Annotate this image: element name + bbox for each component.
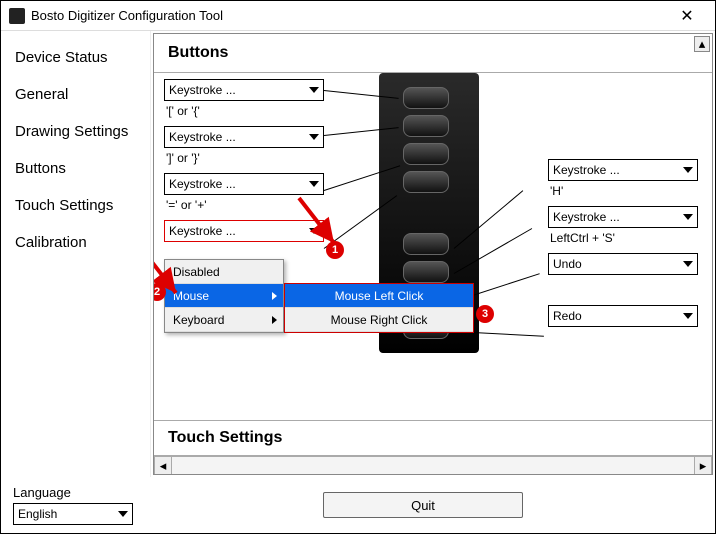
menu-item-label: Mouse Right Click [331,313,428,327]
submenu-arrow-icon [272,316,277,324]
chevron-down-icon [309,87,319,93]
combo-right-1[interactable]: Keystroke ... [548,206,698,228]
combo-left-1[interactable]: Keystroke ... [164,126,324,148]
combo-left-2[interactable]: Keystroke ... [164,173,324,195]
footer: Language English Quit [1,477,715,533]
menu-item-keyboard[interactable]: Keyboard [165,308,283,332]
body: Device Status General Drawing Settings B… [1,31,715,477]
combo-value: Undo [553,257,582,271]
hw-button [403,233,449,255]
combo-value: English [18,507,57,521]
combo-value: Keystroke ... [169,130,236,144]
right-column: Keystroke ... 'H' Keystroke ... LeftCtrl… [548,159,698,329]
combo-value: Keystroke ... [553,163,620,177]
combo-value: Keystroke ... [169,83,236,97]
sidebar-item-calibration[interactable]: Calibration [1,224,150,261]
window-close-button[interactable]: ✕ [667,1,707,31]
combo-value: Keystroke ... [169,177,236,191]
submenu-item-mouse-left-click[interactable]: Mouse Left Click [285,284,473,308]
app-icon [9,8,25,24]
submenu: Mouse Left Click Mouse Right Click [284,283,474,333]
combo-value: Keystroke ... [553,210,620,224]
combo-right-2[interactable]: Undo [548,253,698,275]
annotation-marker-3: 3 [476,305,494,323]
buttons-content: Keystroke ... '[' or '{' Keystroke ... '… [154,73,712,420]
chevron-down-icon [683,261,693,267]
combo-right-1-hint: LeftCtrl + 'S' [550,231,698,245]
sidebar-item-device-status[interactable]: Device Status [1,39,150,76]
button-label: Quit [411,498,435,513]
sidebar-item-drawing-settings[interactable]: Drawing Settings [1,113,150,150]
chevron-down-icon [118,511,128,517]
sidebar-item-general[interactable]: General [1,76,150,113]
sidebar-item-touch-settings[interactable]: Touch Settings [1,187,150,224]
hw-button [403,87,449,109]
combo-value: Redo [553,309,582,323]
chevron-down-icon [309,134,319,140]
combo-right-3[interactable]: Redo [548,305,698,327]
chevron-down-icon [683,214,693,220]
menu-item-label: Mouse Left Click [335,289,424,303]
chevron-down-icon [683,167,693,173]
horizontal-scrollbar[interactable]: ◂ ▸ [154,456,712,474]
scrollbar-track[interactable] [172,457,694,474]
combo-value: Keystroke ... [169,224,236,238]
section-title-touch-settings: Touch Settings [154,420,712,456]
submenu-item-mouse-right-click[interactable]: Mouse Right Click [285,308,473,332]
language-select[interactable]: English [13,503,133,525]
sidebar: Device Status General Drawing Settings B… [1,31,151,477]
main-panel: ▴ Buttons Keystroke ... '[' or [153,33,713,475]
combo-left-1-hint: ']' or '}' [166,151,324,165]
hw-button [403,171,449,193]
combo-left-0-hint: '[' or '{' [166,104,324,118]
menu-item-label: Keyboard [173,313,224,327]
scroll-left-button[interactable]: ◂ [154,457,172,474]
combo-right-0[interactable]: Keystroke ... [548,159,698,181]
app-window: Bosto Digitizer Configuration Tool ✕ Dev… [0,0,716,534]
window-title: Bosto Digitizer Configuration Tool [31,8,667,23]
submenu-arrow-icon [272,292,277,300]
scroll-up-button[interactable]: ▴ [694,36,710,52]
chevron-down-icon [683,313,693,319]
combo-left-0[interactable]: Keystroke ... [164,79,324,101]
titlebar: Bosto Digitizer Configuration Tool ✕ [1,1,715,31]
language-label: Language [13,485,133,500]
sidebar-item-buttons[interactable]: Buttons [1,150,150,187]
combo-right-0-hint: 'H' [550,184,698,198]
hw-button [403,143,449,165]
scroll-right-button[interactable]: ▸ [694,457,712,474]
section-title-buttons: Buttons [154,34,712,73]
language-block: Language English [13,485,133,525]
hw-button [403,115,449,137]
quit-button[interactable]: Quit [323,492,523,518]
hw-button [403,261,449,283]
annotation-marker-1: 1 [326,241,344,259]
chevron-down-icon [309,181,319,187]
